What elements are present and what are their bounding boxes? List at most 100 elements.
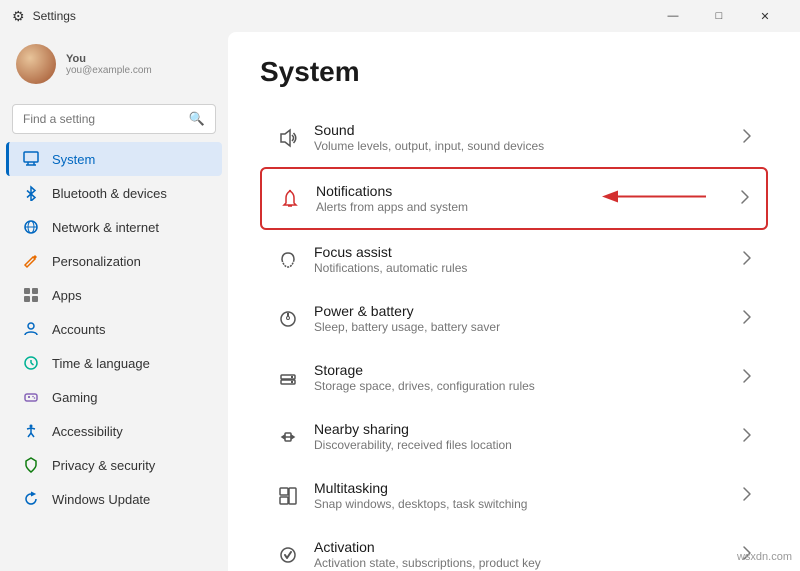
sidebar-item-accounts[interactable]: Accounts <box>6 312 222 346</box>
power-battery-icon <box>276 307 300 331</box>
sound-subtitle: Volume levels, output, input, sound devi… <box>314 139 728 153</box>
sidebar-item-label-time: Time & language <box>52 356 150 371</box>
focus-assist-text: Focus assistNotifications, automatic rul… <box>314 244 728 275</box>
power-battery-subtitle: Sleep, battery usage, battery saver <box>314 320 728 334</box>
sidebar-item-label-update: Windows Update <box>52 492 150 507</box>
focus-assist-chevron <box>742 250 752 269</box>
watermark: wsxdn.com <box>737 551 792 563</box>
power-battery-chevron <box>742 309 752 328</box>
nearby-sharing-title: Nearby sharing <box>314 421 728 437</box>
settings-item-multitasking[interactable]: MultitaskingSnap windows, desktops, task… <box>260 466 768 525</box>
settings-item-storage[interactable]: StorageStorage space, drives, configurat… <box>260 348 768 407</box>
sidebar: You you@example.com 🔍 System Bluetooth & … <box>0 32 228 571</box>
sidebar-item-label-bluetooth: Bluetooth & devices <box>52 186 167 201</box>
sidebar-item-label-accessibility: Accessibility <box>52 424 123 439</box>
minimize-button[interactable]: — <box>650 0 696 32</box>
bluetooth-icon <box>22 184 40 202</box>
sidebar-item-accessibility[interactable]: Accessibility <box>6 414 222 448</box>
sidebar-item-gaming[interactable]: Gaming <box>6 380 222 414</box>
accounts-icon <box>22 320 40 338</box>
settings-item-sound[interactable]: SoundVolume levels, output, input, sound… <box>260 108 768 167</box>
sound-text: SoundVolume levels, output, input, sound… <box>314 122 728 153</box>
avatar <box>16 44 56 84</box>
settings-item-power-battery[interactable]: Power & batterySleep, battery usage, bat… <box>260 289 768 348</box>
settings-item-activation[interactable]: ActivationActivation state, subscription… <box>260 525 768 571</box>
notifications-text: NotificationsAlerts from apps and system <box>316 183 726 214</box>
sound-icon <box>276 126 300 150</box>
nearby-sharing-text: Nearby sharingDiscoverability, received … <box>314 421 728 452</box>
storage-subtitle: Storage space, drives, configuration rul… <box>314 379 728 393</box>
settings-item-notifications[interactable]: NotificationsAlerts from apps and system <box>260 167 768 230</box>
settings-item-focus-assist[interactable]: Focus assistNotifications, automatic rul… <box>260 230 768 289</box>
title-bar: ⚙ Settings — □ ✕ <box>0 0 800 32</box>
notifications-chevron <box>740 189 750 208</box>
multitasking-subtitle: Snap windows, desktops, task switching <box>314 497 728 511</box>
focus-assist-subtitle: Notifications, automatic rules <box>314 261 728 275</box>
settings-item-nearby-sharing[interactable]: Nearby sharingDiscoverability, received … <box>260 407 768 466</box>
settings-list: SoundVolume levels, output, input, sound… <box>260 108 768 571</box>
storage-text: StorageStorage space, drives, configurat… <box>314 362 728 393</box>
sidebar-item-bluetooth[interactable]: Bluetooth & devices <box>6 176 222 210</box>
title-bar-controls: — □ ✕ <box>650 0 788 32</box>
sidebar-item-label-apps: Apps <box>52 288 82 303</box>
maximize-button[interactable]: □ <box>696 0 742 32</box>
power-battery-title: Power & battery <box>314 303 728 319</box>
sidebar-item-label-personalization: Personalization <box>52 254 141 269</box>
user-name: You <box>66 53 152 65</box>
activation-title: Activation <box>314 539 728 555</box>
multitasking-chevron <box>742 486 752 505</box>
activation-text: ActivationActivation state, subscription… <box>314 539 728 570</box>
sidebar-item-apps[interactable]: Apps <box>6 278 222 312</box>
notifications-subtitle: Alerts from apps and system <box>316 200 726 214</box>
close-button[interactable]: ✕ <box>742 0 788 32</box>
sidebar-item-label-system: System <box>52 152 95 167</box>
user-profile[interactable]: You you@example.com <box>0 32 228 96</box>
multitasking-text: MultitaskingSnap windows, desktops, task… <box>314 480 728 511</box>
title-bar-label: Settings <box>33 9 76 23</box>
network-icon <box>22 218 40 236</box>
focus-assist-title: Focus assist <box>314 244 728 260</box>
title-bar-left: ⚙ Settings <box>12 8 76 25</box>
multitasking-title: Multitasking <box>314 480 728 496</box>
update-icon <box>22 490 40 508</box>
nearby-sharing-chevron <box>742 427 752 446</box>
activation-icon <box>276 543 300 567</box>
time-icon <box>22 354 40 372</box>
sidebar-item-label-accounts: Accounts <box>52 322 105 337</box>
sidebar-item-personalization[interactable]: Personalization <box>6 244 222 278</box>
notifications-icon <box>278 187 302 211</box>
sidebar-item-update[interactable]: Windows Update <box>6 482 222 516</box>
sidebar-item-network[interactable]: Network & internet <box>6 210 222 244</box>
storage-chevron <box>742 368 752 387</box>
search-input[interactable] <box>23 112 183 126</box>
page-title: System <box>260 56 768 88</box>
notifications-title: Notifications <box>316 183 726 199</box>
accessibility-icon <box>22 422 40 440</box>
focus-assist-icon <box>276 248 300 272</box>
system-icon <box>22 150 40 168</box>
avatar-image <box>16 44 56 84</box>
app-icon: ⚙ <box>12 8 25 25</box>
sidebar-item-label-gaming: Gaming <box>52 390 98 405</box>
nav-list: System Bluetooth & devices Network & inter… <box>0 142 228 516</box>
sound-title: Sound <box>314 122 728 138</box>
personalization-icon <box>22 252 40 270</box>
sound-chevron <box>742 128 752 147</box>
sidebar-item-time[interactable]: Time & language <box>6 346 222 380</box>
search-icon: 🔍 <box>189 111 205 127</box>
power-battery-text: Power & batterySleep, battery usage, bat… <box>314 303 728 334</box>
sidebar-item-privacy[interactable]: Privacy & security <box>6 448 222 482</box>
gaming-icon <box>22 388 40 406</box>
privacy-icon <box>22 456 40 474</box>
multitasking-icon <box>276 484 300 508</box>
apps-icon <box>22 286 40 304</box>
search-box[interactable]: 🔍 <box>12 104 216 134</box>
sidebar-item-label-privacy: Privacy & security <box>52 458 155 473</box>
main-content: System SoundVolume levels, output, input… <box>228 32 800 571</box>
nearby-sharing-icon <box>276 425 300 449</box>
sidebar-item-system[interactable]: System <box>6 142 222 176</box>
storage-icon <box>276 366 300 390</box>
user-email: you@example.com <box>66 65 152 76</box>
app-container: You you@example.com 🔍 System Bluetooth & … <box>0 32 800 571</box>
storage-title: Storage <box>314 362 728 378</box>
